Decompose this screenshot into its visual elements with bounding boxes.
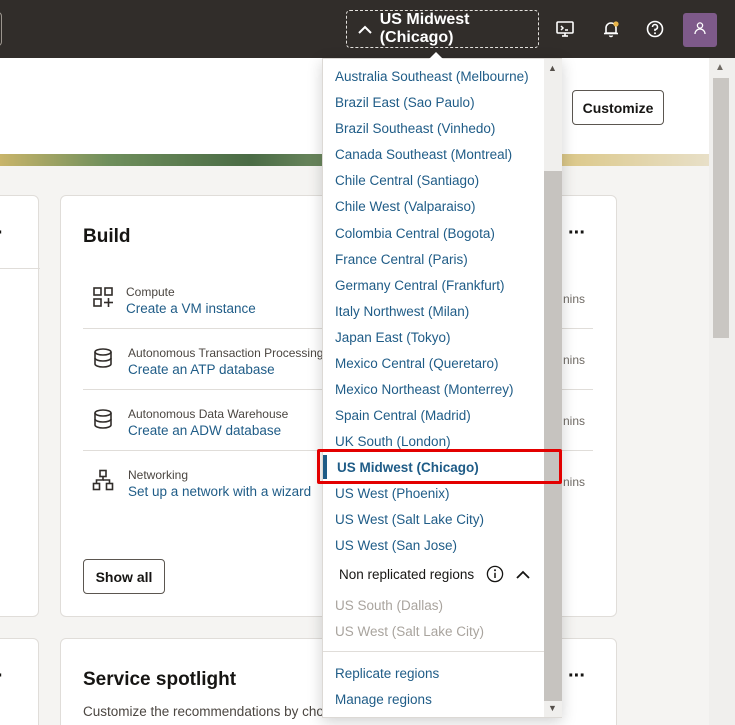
left-card-lower: · [0,638,39,725]
non-replicated-regions-header[interactable]: Non replicated regions [339,565,530,583]
build-item-category: Autonomous Data Warehouse [128,407,289,421]
non-replicated-label: Non replicated regions [339,566,475,582]
build-item-link[interactable]: Set up a network with a wizard [128,484,311,499]
header-left-control[interactable] [0,12,2,46]
build-item-category: Networking [128,468,189,482]
build-item-link[interactable]: Create a VM instance [126,301,256,316]
page-scrollbar[interactable]: ▲ [709,58,735,725]
dropdown-caret [429,52,443,59]
replicate-regions-link[interactable]: Replicate regions [335,666,439,681]
region-dropdown: Australia Southeast (Melbourne) Brazil E… [322,52,562,718]
chevron-up-icon[interactable] [516,570,530,579]
network-icon [92,469,114,491]
left-card: · [0,195,40,617]
info-icon[interactable] [486,565,504,583]
region-option[interactable]: UK South (London) [335,434,451,449]
region-option[interactable]: Italy Northwest (Milan) [335,304,469,319]
region-option[interactable]: US West (Phoenix) [335,486,450,501]
region-option[interactable]: Brazil East (Sao Paulo) [335,95,475,110]
database-icon [92,408,114,430]
region-option[interactable]: US West (San Jose) [335,538,457,553]
more-actions-icon[interactable]: ··· [568,665,586,688]
scroll-up-arrow-icon[interactable]: ▲ [715,62,725,73]
region-option[interactable]: Mexico Northeast (Monterrey) [335,382,514,397]
help-icon[interactable] [643,17,667,41]
region-option[interactable]: Mexico Central (Queretaro) [335,356,499,371]
region-selector-label: US Midwest (Chicago) [379,11,470,46]
scroll-up-arrow-icon[interactable]: ▲ [548,63,557,73]
build-item-category: Autonomous Transaction Processing [128,346,324,360]
cloud-shell-icon[interactable] [553,17,577,41]
more-actions-icon[interactable]: · [0,222,4,245]
region-option[interactable]: Brazil Southeast (Vinhedo) [335,121,495,136]
more-actions-icon[interactable]: · [0,665,4,688]
manage-regions-link[interactable]: Manage regions [335,692,432,707]
region-option[interactable]: Colombia Central (Bogota) [335,226,495,241]
region-option-disabled: US West (Salt Lake City) [335,624,485,639]
build-item-link[interactable]: Create an ADW database [128,423,281,438]
top-header: US Midwest (Chicago) [0,0,735,58]
customize-button[interactable]: Customize [572,90,664,125]
region-selector-button[interactable]: US Midwest (Chicago) [346,10,539,48]
region-option[interactable]: Japan East (Tokyo) [335,330,451,345]
database-icon [92,347,114,369]
compute-icon [92,286,114,308]
build-card-title: Build [83,226,131,247]
region-option[interactable]: France Central (Paris) [335,252,468,267]
build-item-link[interactable]: Create an ATP database [128,362,275,377]
region-option[interactable]: Canada Southeast (Montreal) [335,147,512,162]
scroll-down-arrow-icon[interactable]: ▼ [548,703,557,713]
selection-highlight-box [317,449,562,484]
region-option-disabled: US South (Dallas) [335,598,444,613]
more-actions-icon[interactable]: ··· [568,222,586,245]
spotlight-card-title: Service spotlight [83,669,237,690]
region-option[interactable]: Spain Central (Madrid) [335,408,471,423]
show-all-button[interactable]: Show all [83,559,165,594]
region-option[interactable]: Chile Central (Santiago) [335,173,479,188]
region-option[interactable]: Chile West (Valparaiso) [335,199,476,214]
spotlight-card-text: Customize the recommendations by choo [83,704,332,719]
dropdown-scrollbar[interactable]: ▲ ▼ [544,59,562,717]
duration-text: nins [563,414,586,428]
dropdown-scrollbar-thumb[interactable] [544,171,562,701]
region-option[interactable]: Germany Central (Frankfurt) [335,278,505,293]
build-item-category: Compute [126,285,175,299]
page-scrollbar-thumb[interactable] [713,78,729,338]
dropdown-divider [323,651,544,652]
duration-text: nins [563,292,586,306]
region-option[interactable]: Australia Southeast (Melbourne) [335,69,529,84]
user-icon [692,20,708,41]
duration-text: nins [563,475,586,489]
chevron-up-icon [355,25,376,34]
region-option[interactable]: US West (Salt Lake City) [335,512,484,527]
user-avatar[interactable] [683,13,717,47]
duration-text: nins [563,353,586,367]
bell-icon[interactable] [599,17,623,41]
